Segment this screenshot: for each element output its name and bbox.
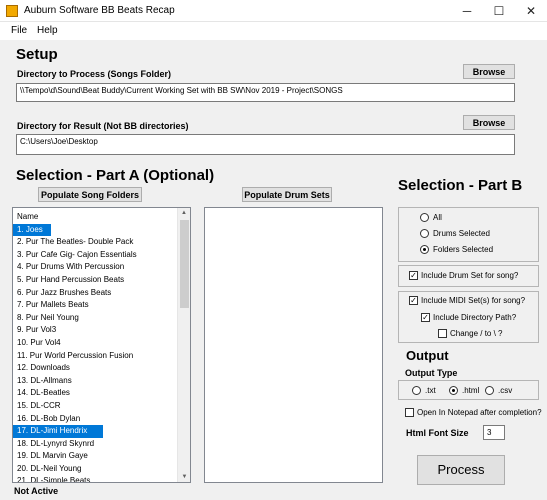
radio-txt-label: .txt: [425, 386, 436, 395]
setup-heading: Setup: [16, 46, 58, 63]
selection-a-heading: Selection - Part A (Optional): [16, 167, 215, 184]
dir-process-input[interactable]: \\Tempo\d\Sound\Beat Buddy\Current Worki…: [16, 83, 515, 102]
list-item[interactable]: 9. Pur Vol3: [13, 324, 190, 337]
open-notepad-checkbox[interactable]: [405, 408, 414, 417]
radio-drums-selected[interactable]: [420, 229, 429, 238]
list-item[interactable]: 1. Joes: [13, 223, 52, 237]
include-drum-set-checkbox[interactable]: ✓: [409, 271, 418, 280]
list-item[interactable]: 5. Pur Hand Percussion Beats: [13, 274, 190, 287]
scroll-up-icon[interactable]: ▲: [178, 208, 190, 218]
list-item[interactable]: 20. DL-Neil Young: [13, 463, 190, 476]
dir-process-label: Directory to Process (Songs Folder): [17, 69, 172, 79]
status-text: Not Active: [14, 486, 59, 496]
window-title: Auburn Software BB Beats Recap: [24, 5, 175, 16]
menu-bar: [0, 22, 547, 40]
maximize-icon[interactable]: ☐: [483, 0, 515, 22]
list-item[interactable]: 10. Pur Vol4: [13, 337, 190, 350]
output-heading: Output: [406, 348, 449, 363]
change-slash-checkbox[interactable]: [438, 329, 447, 338]
populate-drum-sets-button[interactable]: Populate Drum Sets: [242, 187, 332, 202]
output-type-label: Output Type: [405, 368, 458, 378]
radio-all[interactable]: [420, 213, 429, 222]
radio-all-label: All: [433, 213, 442, 222]
include-dir-path-label: Include Directory Path?: [433, 313, 517, 322]
menu-file[interactable]: File: [11, 24, 27, 37]
radio-drums-label: Drums Selected: [433, 229, 490, 238]
radio-folders-selected[interactable]: [420, 245, 429, 254]
browse-songs-button[interactable]: Browse: [463, 64, 515, 79]
dir-result-input[interactable]: C:\Users\Joe\Desktop: [16, 134, 515, 155]
list-item[interactable]: 16. DL-Bob Dylan: [13, 413, 190, 426]
scroll-thumb[interactable]: [180, 220, 189, 308]
include-drum-set-label: Include Drum Set for song?: [421, 271, 519, 280]
browse-result-button[interactable]: Browse: [463, 115, 515, 130]
app-icon: [6, 5, 18, 17]
close-icon[interactable]: ✕: [515, 0, 547, 22]
list-item[interactable]: 21. DL-Simple Beats: [13, 475, 190, 482]
list-item[interactable]: 14. DL-Beatles: [13, 387, 190, 400]
radio-csv-label: .csv: [498, 386, 513, 395]
list-item[interactable]: 2. Pur The Beatles- Double Pack: [13, 236, 190, 249]
list-item[interactable]: 15. DL-CCR: [13, 400, 190, 413]
list-item[interactable]: 6. Pur Jazz Brushes Beats: [13, 287, 190, 300]
list-item[interactable]: 8. Pur Neil Young: [13, 312, 190, 325]
include-dir-path-checkbox[interactable]: ✓: [421, 313, 430, 322]
process-button[interactable]: Process: [417, 455, 505, 485]
list-item[interactable]: 18. DL-Lynyrd Skynrd: [13, 438, 190, 451]
list-scrollbar[interactable]: ▲ ▼: [177, 208, 190, 482]
radio-txt[interactable]: [412, 386, 421, 395]
list-item[interactable]: 7. Pur Mallets Beats: [13, 299, 190, 312]
folder-rows: 1. Joes 2. Pur The Beatles- Double Pack 3.…: [13, 223, 190, 482]
list-header: Name: [17, 212, 39, 221]
list-item[interactable]: 13. DL-Allmans: [13, 375, 190, 388]
radio-csv[interactable]: [485, 386, 494, 395]
selection-b-heading: Selection - Part B: [398, 177, 523, 194]
radio-html[interactable]: [449, 386, 458, 395]
change-slash-label: Change / to \ ?: [450, 329, 503, 338]
radio-folders-label: Folders Selected: [433, 245, 494, 254]
include-midi-label: Include MIDI Set(s) for song?: [421, 296, 526, 305]
list-item[interactable]: 4. Pur Drums With Percussion: [13, 261, 190, 274]
list-item[interactable]: 17. DL-Jimi Hendrix: [13, 425, 103, 438]
open-notepad-label: Open In Notepad after completion?: [417, 408, 542, 417]
list-item[interactable]: 11. Pur World Percussion Fusion: [13, 350, 190, 363]
populate-song-folders-button[interactable]: Populate Song Folders: [38, 187, 142, 202]
radio-html-label: .html: [462, 386, 480, 395]
include-midi-checkbox[interactable]: ✓: [409, 296, 418, 305]
song-folder-list[interactable]: Name 1. Joes 2. Pur The Beatles- Double P…: [12, 207, 191, 483]
font-size-label: Html Font Size: [406, 428, 469, 438]
font-size-input[interactable]: 3: [483, 425, 505, 440]
list-item[interactable]: 19. DL Marvin Gaye: [13, 450, 190, 463]
drum-set-list[interactable]: [204, 207, 383, 483]
dir-result-label: Directory for Result (Not BB directories…: [17, 121, 189, 131]
scroll-down-icon[interactable]: ▼: [178, 472, 191, 482]
list-item[interactable]: 3. Pur Cafe Gig- Cajon Essentials: [13, 249, 190, 262]
list-item[interactable]: 12. Downloads: [13, 362, 190, 375]
minimize-icon[interactable]: ─: [451, 0, 483, 22]
menu-help[interactable]: Help: [37, 24, 58, 37]
